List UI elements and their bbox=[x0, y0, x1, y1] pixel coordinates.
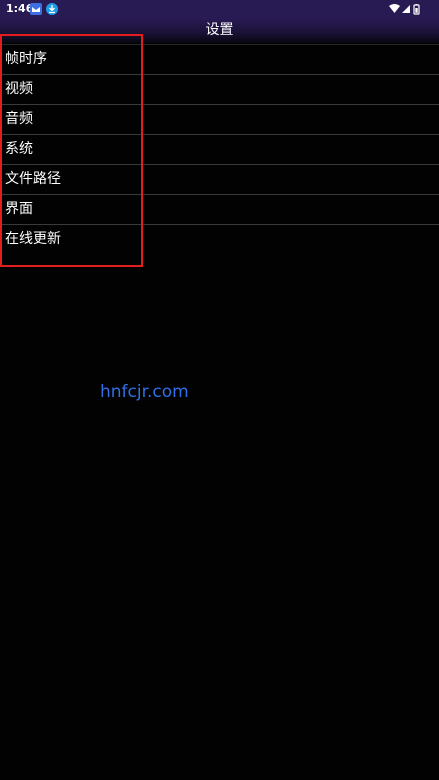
app-notification-icon bbox=[30, 3, 42, 15]
wifi-icon bbox=[389, 4, 400, 13]
settings-item-frame-timing[interactable]: 帧时序 bbox=[0, 44, 439, 74]
settings-item-interface[interactable]: 界面 bbox=[0, 194, 439, 224]
settings-item-video[interactable]: 视频 bbox=[0, 74, 439, 104]
status-bar: 1:46 bbox=[0, 0, 439, 18]
watermark-text: hnfcjr.com bbox=[100, 382, 189, 402]
settings-list: 帧时序 视频 音频 系统 文件路径 界面 在线更新 bbox=[0, 44, 439, 254]
battery-icon bbox=[413, 4, 420, 15]
settings-item-file-paths[interactable]: 文件路径 bbox=[0, 164, 439, 194]
status-indicators bbox=[389, 3, 421, 15]
screen: 1:46 设置 帧时序 视频 音频 系统 文件路径 界面 在线更新 hnfcjr… bbox=[0, 0, 439, 780]
app-bar: 设置 bbox=[0, 18, 439, 43]
signal-icon bbox=[402, 5, 410, 13]
settings-item-audio[interactable]: 音频 bbox=[0, 104, 439, 134]
settings-item-system[interactable]: 系统 bbox=[0, 134, 439, 164]
settings-item-online-update[interactable]: 在线更新 bbox=[0, 224, 439, 254]
download-notification-icon bbox=[46, 3, 58, 15]
page-title: 设置 bbox=[205, 22, 234, 38]
